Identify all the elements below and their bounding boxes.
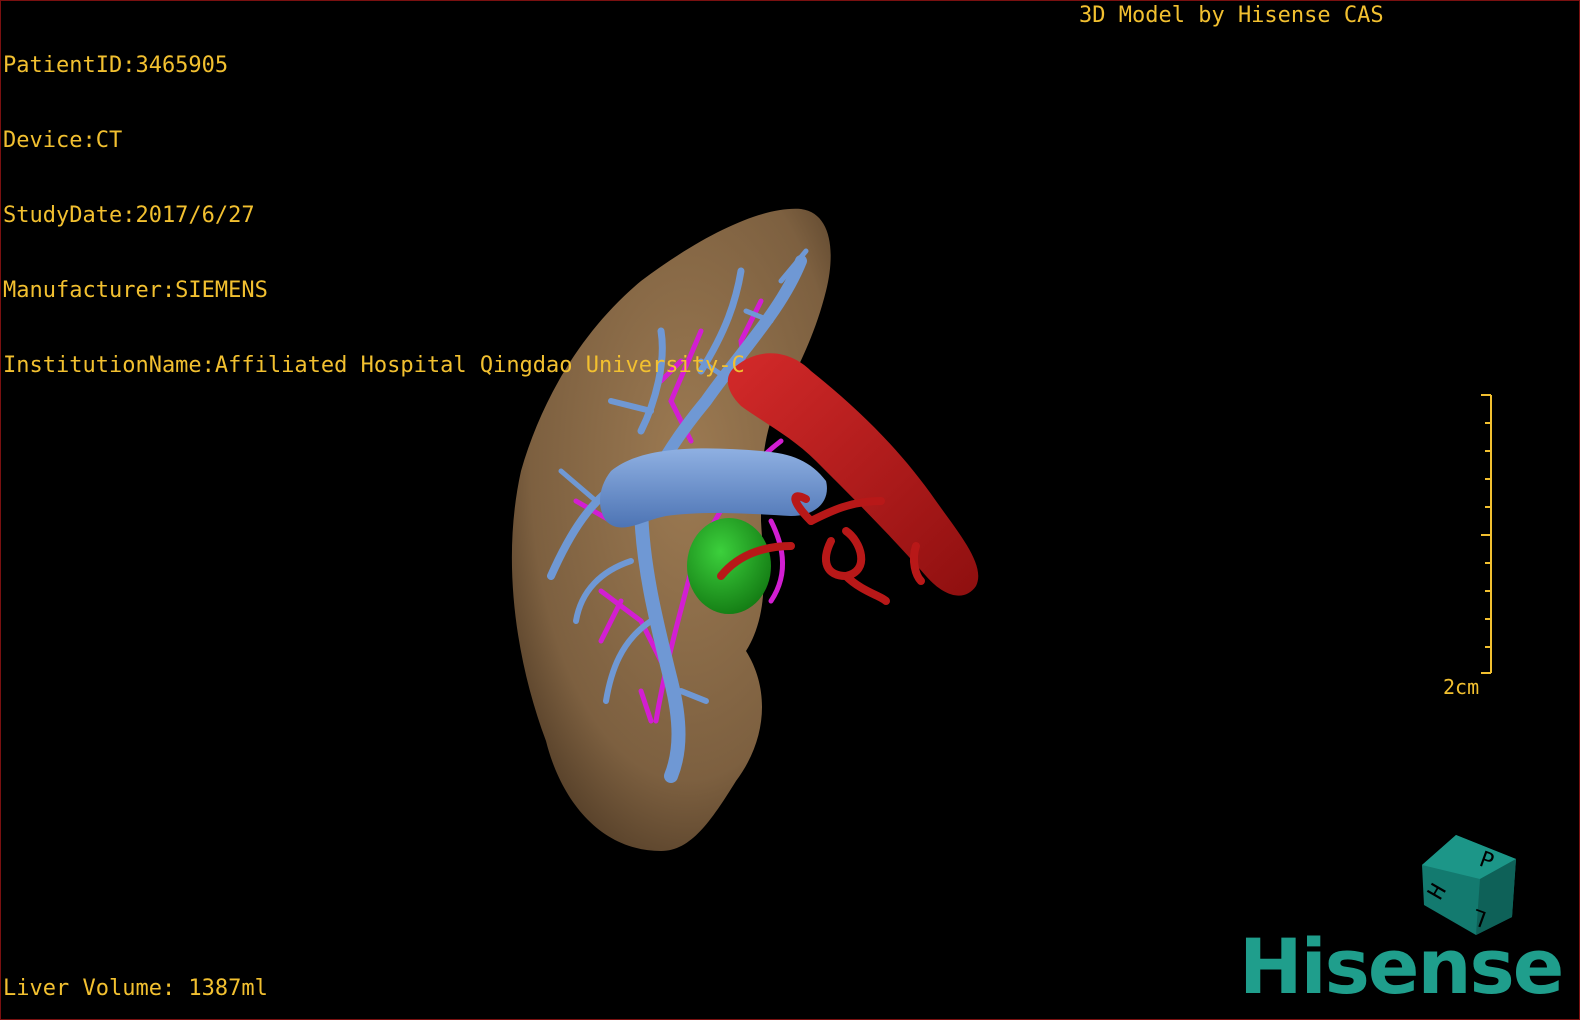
3d-viewport[interactable]: PatientID:3465905 Device:CT StudyDate:20… bbox=[0, 0, 1580, 1020]
liver-volume-text: Liver Volume: 1387ml bbox=[3, 976, 268, 1001]
study-date-text: StudyDate:2017/6/27 bbox=[3, 203, 255, 228]
scale-label: 2cm bbox=[1443, 675, 1480, 699]
manufacturer-text: Manufacturer:SIEMENS bbox=[3, 278, 268, 303]
dicom-info-overlay: PatientID:3465905 Device:CT StudyDate:20… bbox=[3, 3, 745, 428]
model-credit-text: 3D Model by Hisense CAS bbox=[1079, 3, 1384, 28]
ruler-icon bbox=[1481, 394, 1492, 674]
device-text: Device:CT bbox=[3, 128, 123, 153]
institution-text: InstitutionName:Affiliated Hospital Qing… bbox=[3, 353, 745, 378]
hisense-logo: Hisense bbox=[1239, 922, 1564, 1011]
patient-id-text: PatientID:3465905 bbox=[3, 53, 229, 78]
